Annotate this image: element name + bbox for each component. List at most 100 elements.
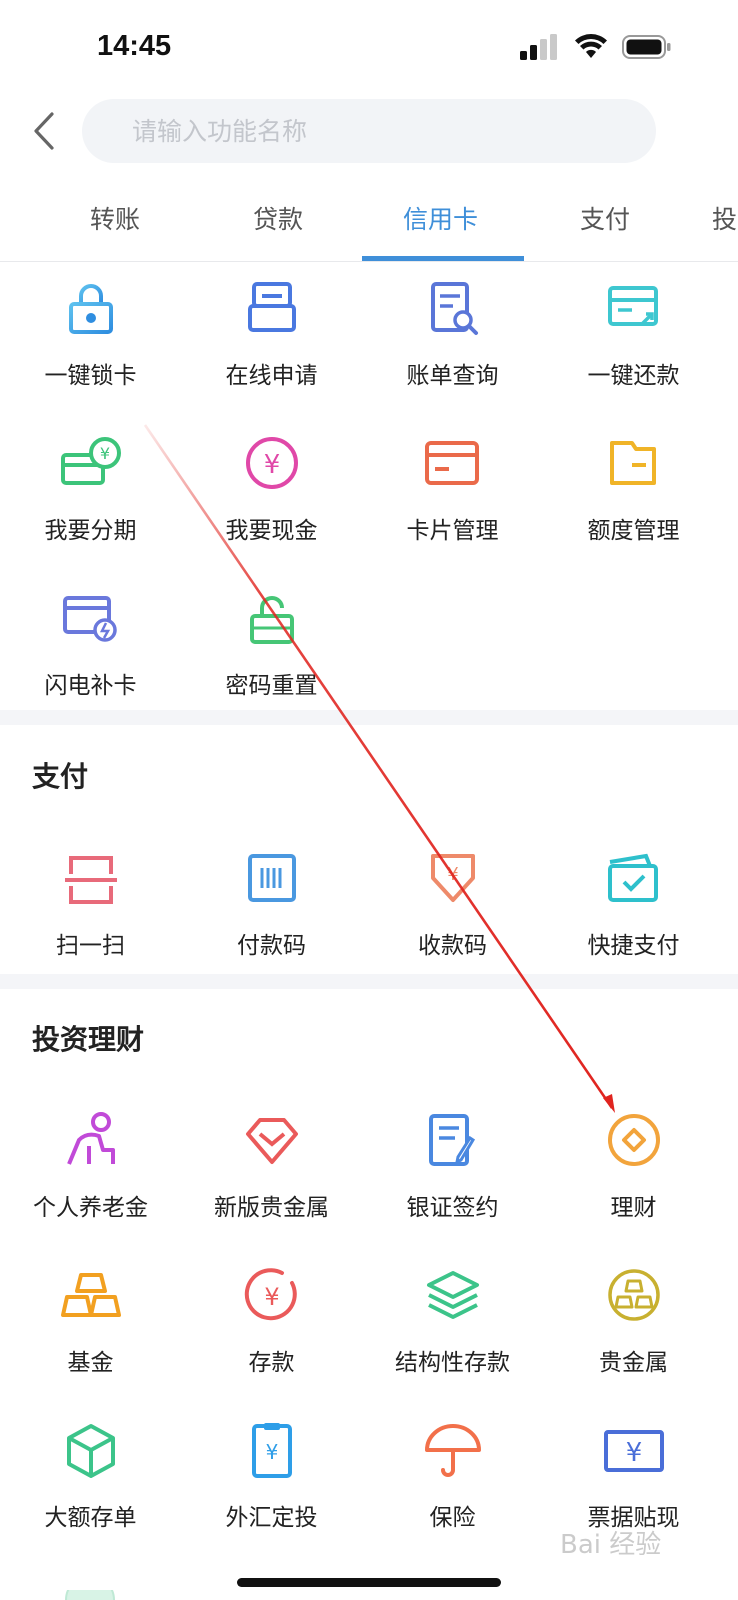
back-button[interactable]: [24, 108, 64, 154]
grid-item-label: 银证签约: [406, 1195, 499, 1221]
active-tab-indicator: [362, 256, 524, 261]
grid-item-large-deposit[interactable]: 大额存单: [0, 1420, 181, 1570]
unlock-icon: [249, 596, 294, 644]
svg-text:¥: ¥: [99, 444, 109, 463]
svg-text:¥: ¥: [264, 1283, 279, 1311]
gold-coin-icon: [607, 1269, 660, 1321]
grid-item-new-precious-metal[interactable]: 新版贵金属: [181, 1110, 362, 1260]
grid-item-deposit[interactable]: ¥ 存款: [181, 1265, 362, 1415]
section-divider: [0, 710, 738, 725]
svg-text:¥: ¥: [265, 1440, 278, 1464]
search-box[interactable]: [82, 99, 656, 163]
grid-item-label: 闪电补卡: [44, 673, 137, 699]
search-input[interactable]: [82, 99, 656, 163]
grid-item-installment[interactable]: ¥ 我要分期: [0, 433, 181, 583]
grid-item-limit-manage[interactable]: 额度管理: [543, 433, 724, 583]
status-icons: [520, 34, 672, 60]
grid-item-label: 保险: [429, 1505, 476, 1531]
grid-item-label: 卡片管理: [406, 518, 499, 544]
grid-item-label: 大额存单: [44, 1505, 137, 1531]
grid-item-bank-securities[interactable]: 银证签约: [362, 1110, 543, 1260]
grid-item-label: 收款码: [418, 933, 487, 959]
battery-icon: [622, 35, 671, 59]
grid-item-label: 理财: [610, 1195, 657, 1221]
grid-item-label: 基金: [67, 1350, 114, 1376]
wifi-icon: [575, 34, 607, 58]
grid-item-precious-metal[interactable]: 贵金属: [543, 1265, 724, 1415]
diamond-icon: [245, 1118, 298, 1164]
watermark: Bai 经验: [560, 1530, 662, 1560]
grid-item-label: 扫一扫: [56, 933, 125, 959]
svg-text:¥: ¥: [263, 450, 280, 480]
grid-item-fund[interactable]: 基金: [0, 1265, 181, 1415]
card-manage-icon: [424, 441, 479, 485]
grid-item-label: 贵金属: [599, 1350, 668, 1376]
grid-item-label: 额度管理: [587, 518, 680, 544]
pension-icon: [66, 1112, 115, 1165]
chevron-left-icon: [34, 112, 54, 150]
grid-item-lock-card[interactable]: 一键锁卡: [0, 278, 181, 428]
forex-icon: ¥: [251, 1423, 292, 1478]
grid-item-bill-search[interactable]: 账单查询: [362, 278, 543, 428]
tab-loan[interactable]: 贷款: [253, 200, 303, 236]
bill-search-icon: [430, 282, 478, 335]
grid-item-label: 新版贵金属: [214, 1195, 329, 1221]
pay-code-icon: [247, 854, 296, 902]
svg-text:¥: ¥: [625, 1438, 642, 1468]
deposit-icon: ¥: [244, 1268, 297, 1321]
grid-item-label: 个人养老金: [33, 1195, 148, 1221]
bill-discount-icon: ¥: [603, 1430, 664, 1472]
layers-icon: [426, 1271, 479, 1319]
status-bar: 14:45: [0, 0, 738, 96]
section-title-investment: 投资理财: [32, 1023, 145, 1056]
tab-payment[interactable]: 支付: [580, 200, 630, 236]
search-row: [0, 96, 738, 168]
scan-icon: [64, 856, 117, 904]
grid-item-label: 一键锁卡: [44, 363, 137, 389]
grid-item-online-apply[interactable]: 在线申请: [181, 278, 362, 428]
category-tabs: 转账 贷款 信用卡 支付 投: [0, 186, 738, 262]
tab-credit-card[interactable]: 信用卡: [403, 200, 478, 236]
grid-item-structured-deposit[interactable]: 结构性存款: [362, 1265, 543, 1415]
online-apply-icon: [247, 282, 296, 332]
section-title-payment: 支付: [32, 760, 89, 793]
grid-item-label: 结构性存款: [395, 1350, 510, 1376]
grid-item-pension[interactable]: 个人养老金: [0, 1110, 181, 1260]
home-indicator[interactable]: [237, 1578, 501, 1587]
grid-item-insurance[interactable]: 保险: [362, 1420, 543, 1570]
grid-item-label: 在线申请: [225, 363, 318, 389]
status-time: 14:45: [97, 30, 172, 62]
grid-item-label: 我要现金: [225, 518, 318, 544]
cellular-signal-icon: [520, 34, 557, 60]
next-row-icon-partial: [65, 1590, 115, 1600]
cash-icon: ¥: [245, 437, 298, 489]
installment-icon: ¥: [60, 437, 121, 485]
flash-card-icon: [62, 596, 117, 642]
grid-item-label: 快捷支付: [587, 933, 680, 959]
coin-icon: [607, 1114, 660, 1166]
tab-transfer[interactable]: 转账: [90, 200, 140, 236]
grid-item-forex[interactable]: ¥ 外汇定投: [181, 1420, 362, 1570]
grid-item-wealth[interactable]: 理财: [543, 1110, 724, 1260]
limit-manage-icon: [609, 441, 656, 485]
grid-item-label: 账单查询: [406, 363, 499, 389]
sign-document-icon: [428, 1114, 475, 1166]
umbrella-icon: [424, 1424, 481, 1477]
quick-pay-icon: [607, 853, 658, 902]
section-divider: [0, 974, 738, 989]
grid-item-cash[interactable]: ¥ 我要现金: [181, 433, 362, 583]
repay-icon: [607, 286, 658, 326]
cube-icon: [66, 1424, 115, 1478]
grid-item-label: 一键还款: [587, 363, 680, 389]
grid-item-repay[interactable]: 一键还款: [543, 278, 724, 428]
grid-item-label: 密码重置: [225, 673, 318, 699]
svg-text:¥: ¥: [447, 864, 458, 885]
grid-item-label: 我要分期: [44, 518, 137, 544]
grid-item-label: 外汇定投: [225, 1505, 318, 1531]
gold-bars-icon: [60, 1273, 121, 1317]
tab-investment[interactable]: 投: [712, 200, 737, 236]
grid-item-label: 存款: [248, 1350, 295, 1376]
receive-code-icon: ¥: [430, 854, 475, 902]
grid-item-card-manage[interactable]: 卡片管理: [362, 433, 543, 583]
lock-icon: [68, 284, 113, 334]
